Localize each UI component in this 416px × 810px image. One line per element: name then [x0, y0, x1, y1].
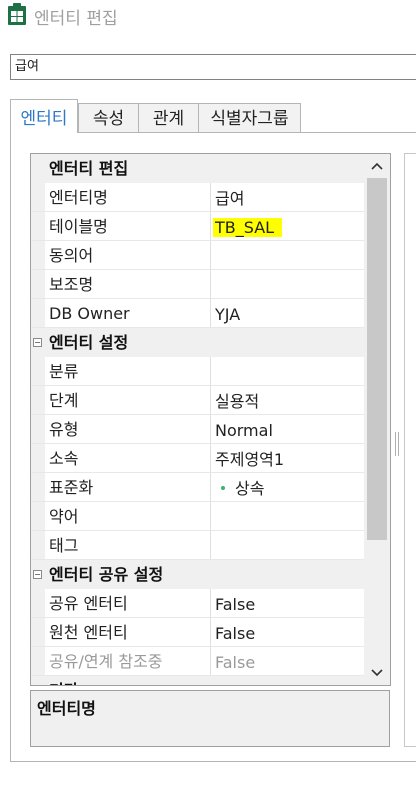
description-panel: 엔터티명: [30, 690, 390, 747]
property-value: False: [215, 653, 256, 672]
property-row-tag[interactable]: 태그: [31, 531, 364, 560]
property-name: 태그: [49, 531, 211, 559]
property-name: 보조명: [49, 270, 211, 298]
property-value[interactable]: 급여: [215, 183, 244, 214]
property-value[interactable]: Normal: [215, 415, 273, 446]
property-grid: 엔터티 편집 엔터티명 급여 테이블명 TB_SAL 동의어 보조명 DB Ow…: [30, 153, 391, 686]
tab-attributes[interactable]: 속성: [78, 103, 139, 132]
window-title: 엔터티 편집: [34, 9, 118, 29]
property-row-table-name[interactable]: 테이블명 TB_SAL: [31, 212, 364, 241]
category-label: 엔터티 편집: [49, 159, 129, 178]
property-row-abbreviation[interactable]: 약어: [31, 502, 364, 531]
property-value[interactable]: TB_SAL: [213, 212, 283, 243]
property-name: 공유/연계 참조중: [49, 647, 211, 675]
minus-box-icon[interactable]: −: [33, 570, 42, 579]
property-row-stage[interactable]: 단계 실용적: [31, 386, 364, 415]
property-row-secondary-name[interactable]: 보조명: [31, 270, 364, 299]
property-value[interactable]: 주제영역1: [215, 444, 284, 475]
property-value[interactable]: 실용적: [215, 386, 259, 417]
property-row-entity-name[interactable]: 엔터티명 급여: [31, 183, 364, 212]
property-name: 엔터티명: [49, 183, 211, 211]
tab-relations[interactable]: 관계: [138, 103, 199, 132]
category-entity-sharing[interactable]: − 엔터티 공유 설정: [31, 560, 364, 589]
property-name: DB Owner: [49, 299, 211, 327]
excel-table-icon: [8, 3, 26, 25]
tab-entity[interactable]: 엔터티: [10, 99, 78, 133]
scrollbar-thumb[interactable]: [367, 178, 387, 540]
category-entity-settings[interactable]: − 엔터티 설정: [31, 328, 364, 357]
category-entity-edit[interactable]: 엔터티 편집: [31, 154, 364, 183]
property-value[interactable]: 상속: [215, 473, 264, 504]
property-name: 동의어: [49, 241, 211, 269]
category-label: 엔터티 설정: [49, 333, 129, 352]
tab-identifier-groups[interactable]: 식별자그룹: [198, 103, 301, 132]
property-name: 표준화: [49, 473, 211, 501]
highlighted-value: TB_SAL: [213, 218, 283, 237]
property-value[interactable]: YJA: [215, 299, 240, 330]
property-row-classification[interactable]: 분류: [31, 357, 364, 386]
standardization-value: 상속: [235, 479, 265, 498]
property-row-share-link-ref: 공유/연계 참조중 False: [31, 647, 364, 676]
right-panel: [404, 153, 416, 747]
entity-name-input[interactable]: 급여: [10, 54, 416, 80]
category-label: 엔터티 공유 설정: [49, 565, 164, 584]
property-row-db-owner[interactable]: DB Owner YJA: [31, 299, 364, 328]
property-value[interactable]: False: [215, 589, 255, 620]
property-row-belongs-to[interactable]: 소속 주제영역1: [31, 444, 364, 473]
category-label: 기타: [49, 676, 78, 685]
property-row-type[interactable]: 유형 Normal: [31, 415, 364, 444]
property-name: 원천 엔터티: [49, 618, 211, 646]
property-name: 테이블명: [49, 212, 211, 240]
category-other[interactable]: − 기타: [31, 676, 364, 685]
property-name: 단계: [49, 386, 211, 414]
bullet-icon: [221, 486, 225, 490]
property-name: 유형: [49, 415, 211, 443]
chevron-up-icon[interactable]: [364, 154, 390, 178]
description-title: 엔터티명: [37, 699, 96, 718]
property-row-standardization[interactable]: 표준화 상속: [31, 473, 364, 502]
property-row-synonym[interactable]: 동의어: [31, 241, 364, 270]
property-name: 공유 엔터티: [49, 589, 211, 617]
property-name: 약어: [49, 502, 211, 530]
vertical-scrollbar[interactable]: [364, 154, 390, 685]
property-row-shared-entity[interactable]: 공유 엔터티 False: [31, 589, 364, 618]
property-value[interactable]: False: [215, 618, 255, 649]
property-row-source-entity[interactable]: 원천 엔터티 False: [31, 618, 364, 647]
title-bar: 엔터티 편집: [0, 0, 416, 30]
minus-box-icon[interactable]: −: [33, 338, 42, 347]
splitter-handle[interactable]: [395, 432, 401, 456]
property-name: 소속: [49, 444, 211, 472]
property-name: 분류: [49, 357, 211, 385]
chevron-down-icon[interactable]: [364, 661, 390, 685]
